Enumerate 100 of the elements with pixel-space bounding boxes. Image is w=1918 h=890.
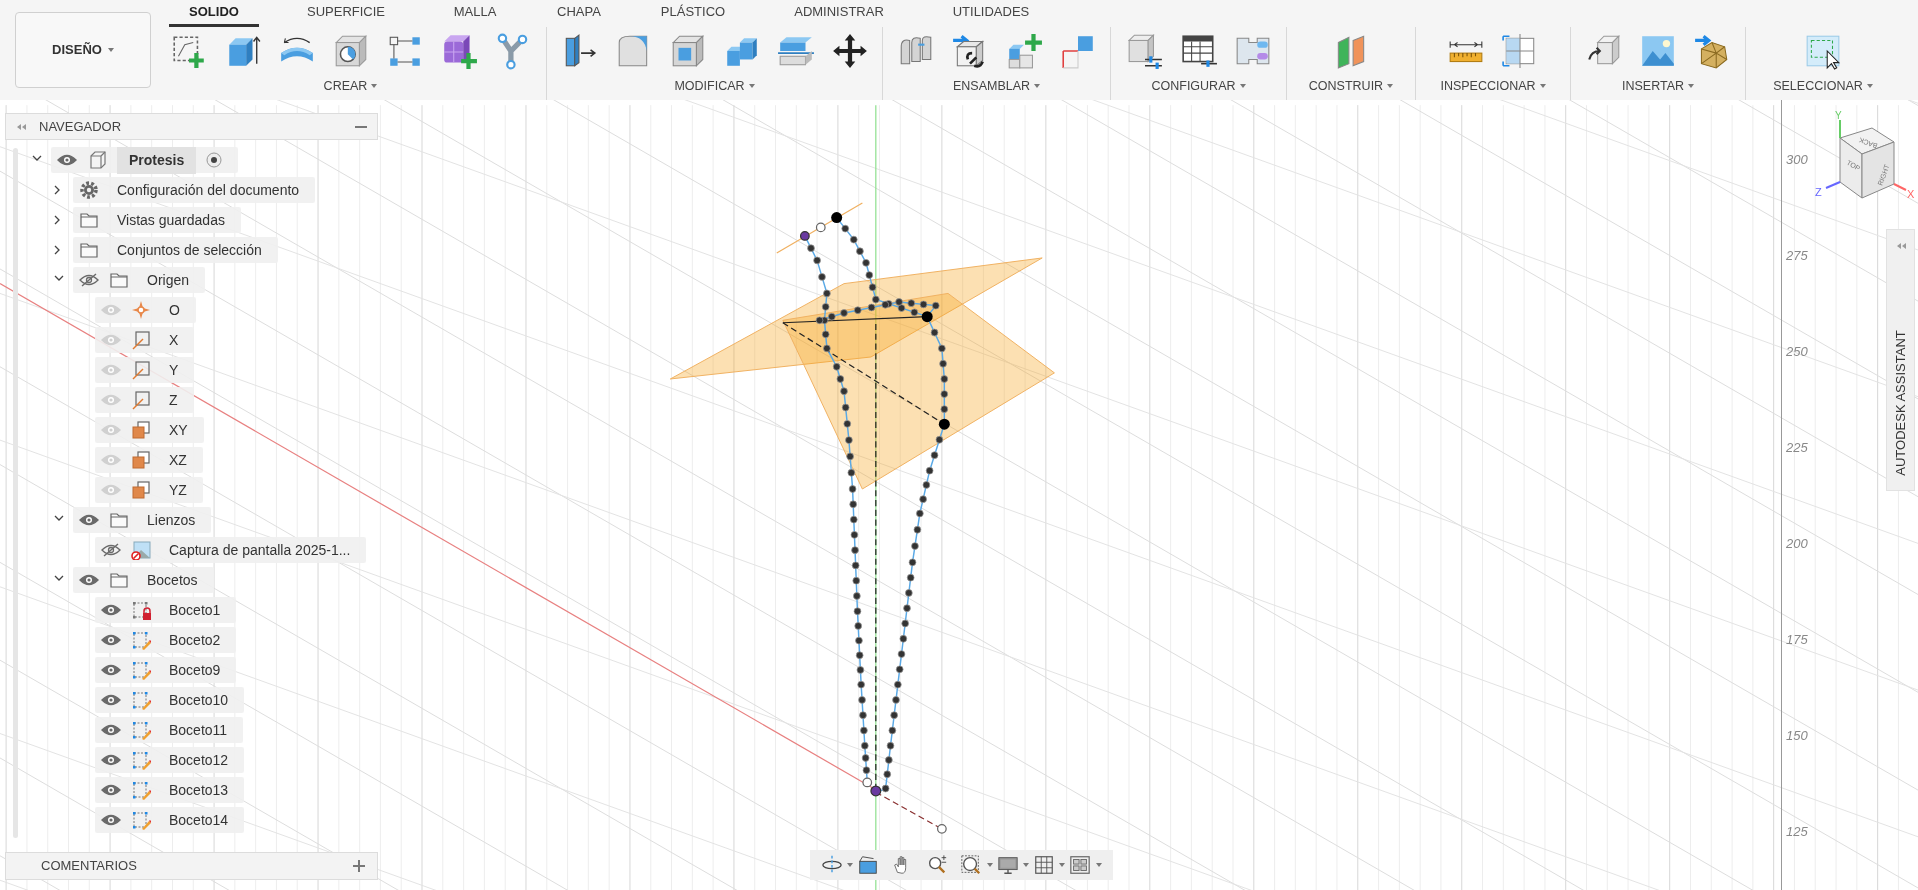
- minimize-icon[interactable]: [355, 125, 367, 128]
- tab[interactable]: SUPERFICIE: [259, 0, 433, 27]
- tab[interactable]: CHAPA: [517, 0, 641, 27]
- radio-button[interactable]: [206, 152, 223, 168]
- tree-row[interactable]: Bocetos: [73, 567, 214, 593]
- eye-icon[interactable]: [101, 693, 121, 707]
- plane-icon: [131, 420, 151, 440]
- tree-item-label: YZ: [168, 480, 187, 500]
- tree-item-label: Boceto10: [168, 690, 229, 710]
- tree-row[interactable]: XZ: [95, 447, 203, 473]
- group-menu[interactable]: CONFIGURAR: [1151, 77, 1246, 96]
- axis-label: Z: [1815, 186, 1822, 198]
- caret-icon[interactable]: [1539, 84, 1546, 89]
- eye-icon[interactable]: [101, 753, 121, 767]
- group-menu[interactable]: MODIFICAR: [674, 77, 755, 96]
- tree-item-label: Boceto1: [168, 600, 221, 620]
- ruler-label: 200: [1786, 535, 1808, 553]
- tree-row[interactable]: XY: [95, 417, 204, 443]
- caret-icon[interactable]: [1059, 863, 1066, 867]
- tree-row[interactable]: Vistas guardadas: [73, 207, 241, 233]
- tree-row[interactable]: Captura de pantalla 2025-1...: [95, 537, 367, 563]
- eye-icon[interactable]: [101, 783, 121, 797]
- workspace-button[interactable]: DISEÑO: [15, 12, 151, 88]
- tab[interactable]: UTILIDADES: [933, 0, 1049, 27]
- group-menu[interactable]: INSERTAR: [1621, 77, 1695, 96]
- tree-row[interactable]: Lienzos: [73, 507, 212, 533]
- eye-icon[interactable]: [101, 633, 121, 647]
- tab[interactable]: ADMINISTRAR: [745, 0, 933, 27]
- caret-icon[interactable]: [846, 863, 853, 867]
- caret-icon[interactable]: [1034, 84, 1041, 89]
- tree-row[interactable]: Boceto9: [95, 657, 237, 683]
- tree-row[interactable]: Boceto1: [95, 597, 237, 623]
- group-menu[interactable]: ENSAMBLAR: [952, 77, 1041, 96]
- assistant-panel[interactable]: AUTODESK ASSISTANT: [1886, 229, 1915, 491]
- collapse-icon[interactable]: [16, 122, 27, 131]
- tab[interactable]: MALLA: [433, 0, 517, 27]
- group-menu[interactable]: CONSTRUIR: [1308, 77, 1394, 96]
- tree-item-label: Boceto14: [168, 810, 229, 830]
- crossed-eye-icon[interactable]: [101, 543, 121, 557]
- sketch-icon: [131, 750, 151, 770]
- eye-icon[interactable]: [101, 813, 121, 827]
- caret-icon[interactable]: [1095, 863, 1102, 867]
- tree-row[interactable]: Boceto14: [95, 807, 245, 833]
- sketch-icon: [131, 690, 151, 710]
- eye-icon[interactable]: [101, 723, 121, 737]
- image-icon: [131, 540, 151, 560]
- tree-row[interactable]: X: [95, 327, 195, 353]
- tree-row[interactable]: Z: [95, 387, 194, 413]
- caret-icon[interactable]: [1688, 84, 1695, 89]
- eye-icon[interactable]: [79, 513, 99, 527]
- caret-icon[interactable]: [1239, 84, 1246, 89]
- tree-item-label: Z: [168, 390, 178, 410]
- add-icon[interactable]: [353, 860, 365, 872]
- caret-icon[interactable]: [371, 84, 378, 89]
- group-menu[interactable]: SELECCIONAR: [1773, 77, 1873, 96]
- caret-icon[interactable]: [748, 84, 755, 89]
- caret-icon[interactable]: [1387, 84, 1394, 89]
- tree-row[interactable]: Configuración del documento: [73, 177, 316, 203]
- tree-item-label: Configuración del documento: [116, 180, 300, 200]
- panel-title: NAVEGADOR: [39, 117, 123, 136]
- scrollbar[interactable]: [13, 148, 18, 838]
- tree-row[interactable]: Origen: [73, 267, 206, 293]
- eye-icon[interactable]: [79, 573, 99, 587]
- collapse-icon[interactable]: [1896, 242, 1907, 250]
- caret-icon[interactable]: [107, 48, 114, 52]
- tree-row[interactable]: YZ: [95, 477, 203, 503]
- group-menu[interactable]: CREAR: [323, 77, 378, 96]
- tree-item-label: Protesis: [117, 146, 197, 174]
- tab[interactable]: SOLIDO: [169, 0, 259, 27]
- tree-row[interactable]: Boceto11: [95, 717, 244, 743]
- tree-row[interactable]: Y: [95, 357, 195, 383]
- group-menu[interactable]: INSPECCIONAR: [1440, 77, 1546, 96]
- tree-row[interactable]: Boceto2: [95, 627, 237, 653]
- panel-title: COMENTARIOS: [41, 857, 137, 876]
- caret-icon[interactable]: [1022, 863, 1029, 867]
- point-icon: [131, 300, 151, 320]
- axis-icon: [131, 360, 151, 380]
- tree-row[interactable]: O: [95, 297, 196, 323]
- tree-row[interactable]: Boceto12: [95, 747, 245, 773]
- ruler-label: 275: [1786, 247, 1808, 265]
- eye-icon[interactable]: [101, 663, 121, 677]
- ruler-label: 300: [1786, 151, 1808, 169]
- eye-icon[interactable]: [57, 153, 77, 167]
- tree-row[interactable]: Boceto13: [95, 777, 245, 803]
- view-cube[interactable]: [1839, 127, 1895, 199]
- tree-row[interactable]: Conjuntos de selección: [73, 237, 278, 263]
- tree-item-label: Origen: [146, 270, 190, 290]
- eye-icon[interactable]: [101, 603, 121, 617]
- tree-row[interactable]: Boceto10: [95, 687, 245, 713]
- tab[interactable]: PLÁSTICO: [641, 0, 745, 27]
- sketch-icon: [131, 630, 151, 650]
- tree-item-label: O: [168, 300, 180, 320]
- caret-icon[interactable]: [1866, 84, 1873, 89]
- caret-icon[interactable]: [986, 863, 993, 867]
- tree-item-label: XY: [168, 420, 188, 440]
- crossed-eye-icon[interactable]: [79, 273, 99, 287]
- tree-item-label: Boceto12: [168, 750, 229, 770]
- sketch-icon: [131, 810, 151, 830]
- tree-row[interactable]: Protesis: [51, 147, 239, 173]
- tree-item-label: Y: [168, 360, 179, 380]
